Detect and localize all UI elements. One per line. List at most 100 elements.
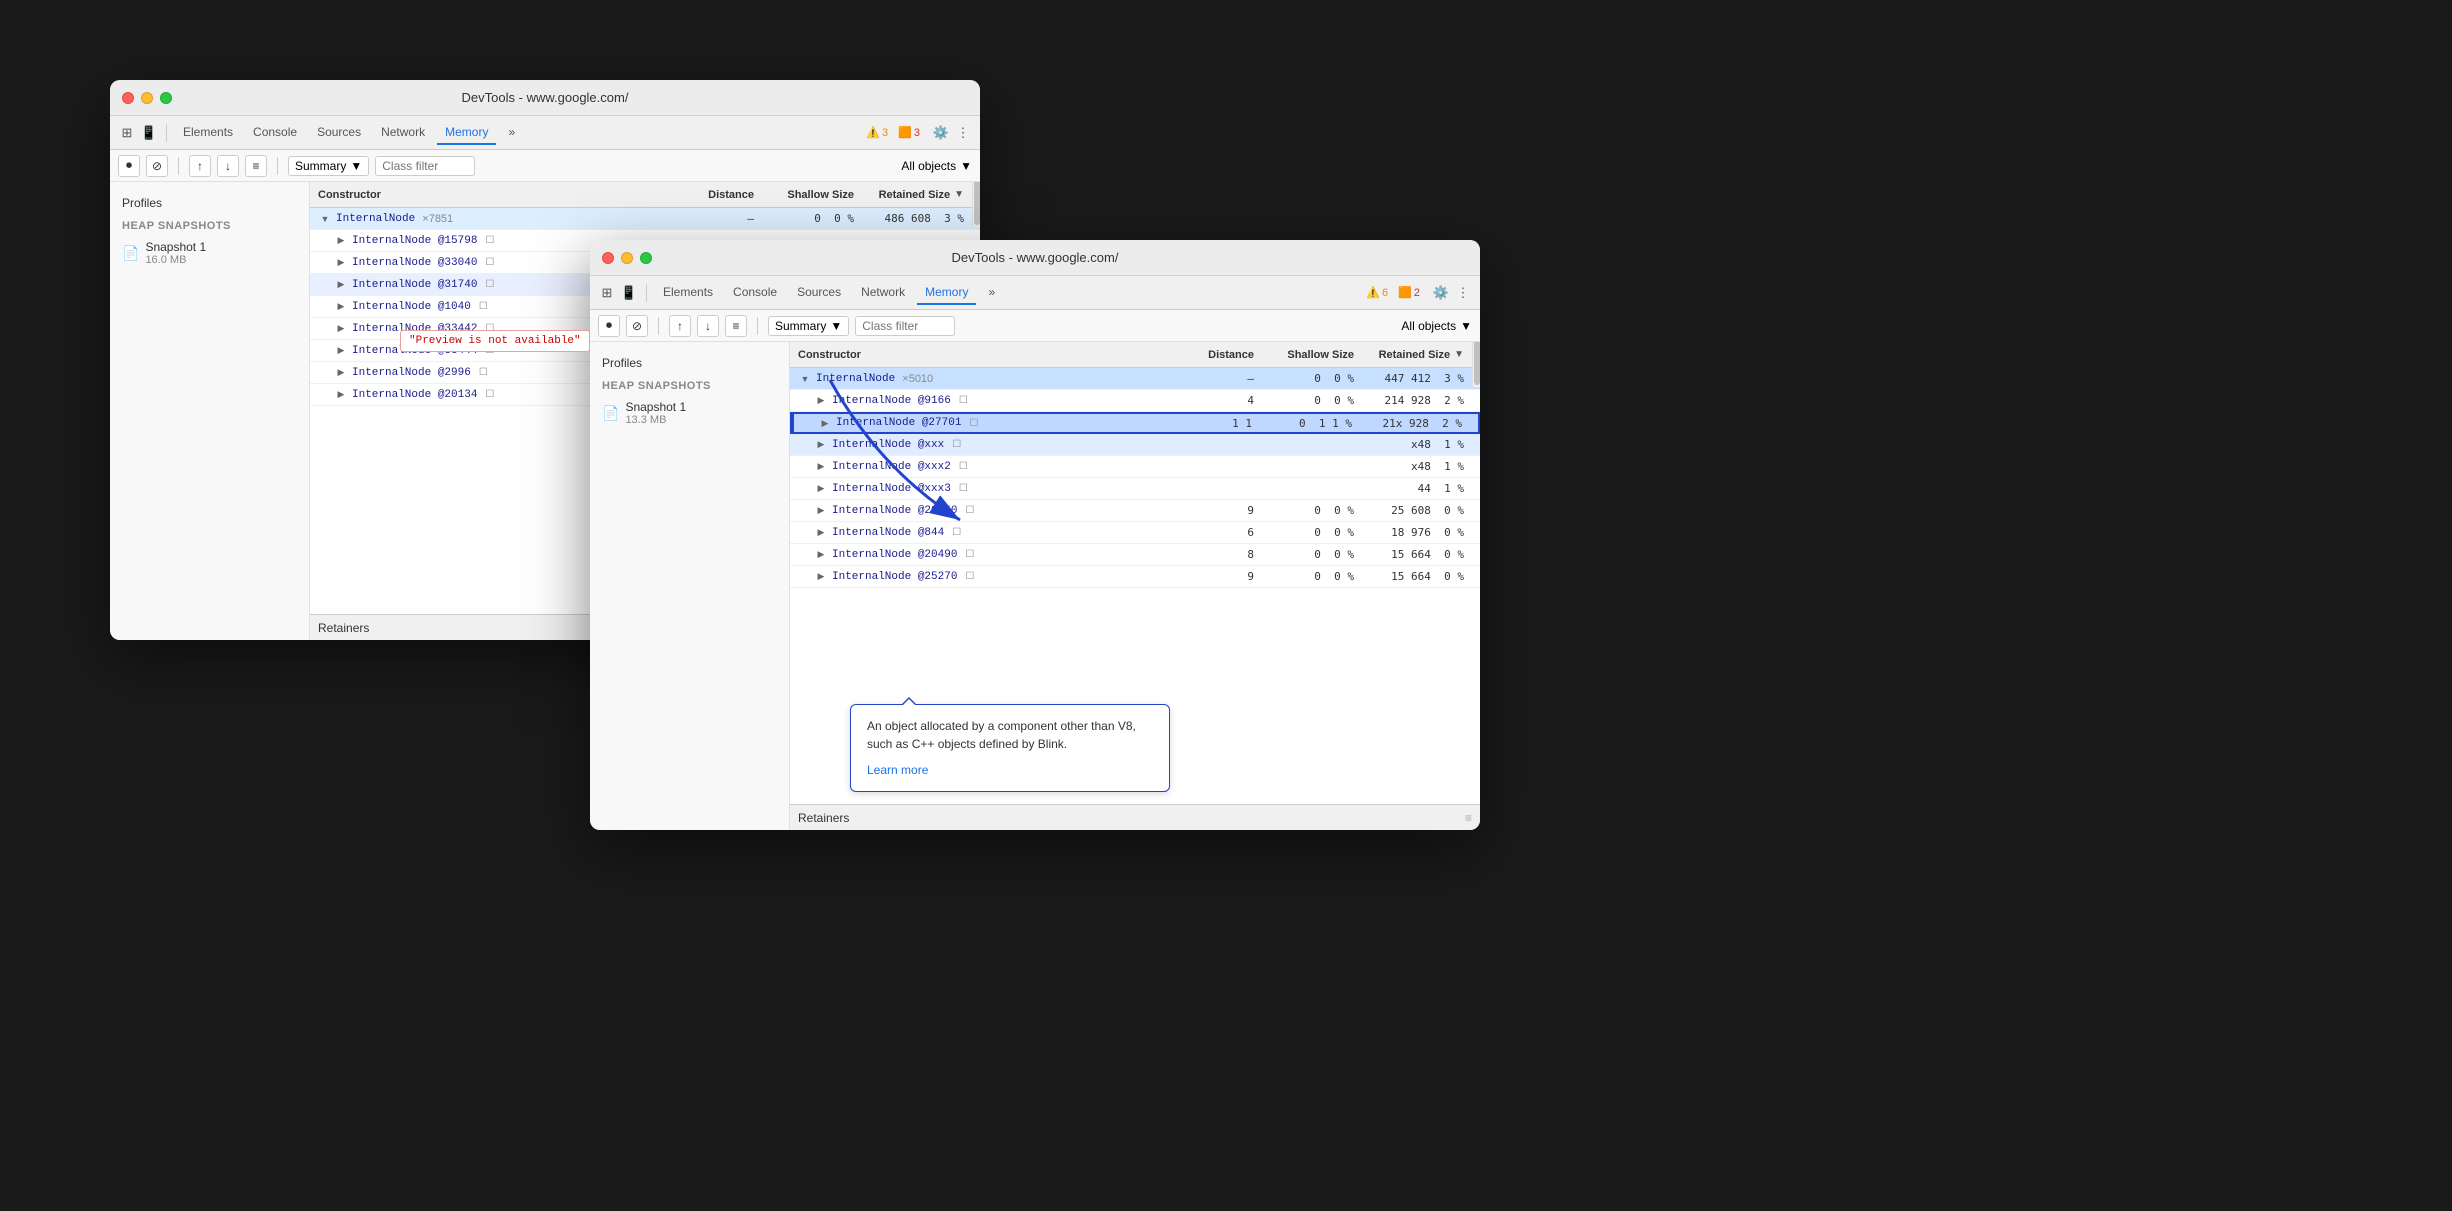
snapshot-size-front: 13.3 MB [625,414,686,426]
table-row-front-c4[interactable]: ▶ InternalNode @xxx2 ☐ x48 1 % [790,456,1480,478]
tab-console-front[interactable]: Console [725,281,785,305]
tab-memory-back[interactable]: Memory [437,121,496,145]
more-icon-front[interactable]: ⋮ [1454,284,1472,302]
learn-more-link[interactable]: Learn more [867,763,928,777]
sidebar-back: Profiles HEAP SNAPSHOTS 📄 Snapshot 1 16.… [110,182,310,640]
class-filter-front[interactable] [855,316,955,336]
inspector-icon[interactable]: ⊞ [118,124,136,142]
sidebar-snapshot-back[interactable]: 📄 Snapshot 1 16.0 MB [110,236,309,270]
close-button[interactable] [122,92,134,104]
all-objects-label-front: All objects [1401,319,1456,333]
sep-mem [178,157,179,175]
table-row-front-c1[interactable]: ▶ InternalNode @9166 ☐ 4 0 0 % 214 928 2… [790,390,1480,412]
expand-icon-child1-back[interactable]: ▶ [334,234,348,248]
record-button-front[interactable]: ⏺ [598,315,620,337]
tab-network-front[interactable]: Network [853,281,913,305]
snapshot-info-back: Snapshot 1 16.0 MB [145,240,206,266]
scrollbar-thumb-back [974,182,980,225]
sort-arrow-back: ▼ [954,189,964,200]
scrollbar-front[interactable] [1472,342,1480,387]
header-distance-back: Distance [682,189,762,201]
settings-icon-front[interactable]: ⚙️ [1432,284,1450,302]
inspector-icon-front[interactable]: ⊞ [598,284,616,302]
table-row-parent-front[interactable]: ▼ InternalNode ×5010 – 0 0 % 447 412 3 % [790,368,1480,390]
traffic-lights-front [602,252,652,264]
retainers-label-back: Retainers [318,621,369,635]
summary-icon-back[interactable]: ≡ [245,155,267,177]
clear-button-front[interactable]: ⊘ [626,315,648,337]
summary-dropdown-back[interactable]: Summary ▼ [288,156,369,176]
download-button-back[interactable]: ↓ [217,155,239,177]
download-button-front[interactable]: ↓ [697,315,719,337]
tab-sources-front[interactable]: Sources [789,281,849,305]
upload-button-front[interactable]: ↑ [669,315,691,337]
header-distance-front: Distance [1182,349,1262,361]
devtools-tabbar-back: ⊞ 📱 Elements Console Sources Network Mem… [110,116,980,150]
header-constructor-back: Constructor [310,189,682,201]
snapshot-icon-back: 📄 [122,245,139,262]
table-row-front-c9[interactable]: ▶ InternalNode @25270 ☐ 9 0 0 % 15 664 0… [790,566,1480,588]
title-bar-front: DevTools - www.google.com/ [590,240,1480,276]
tab-network-back[interactable]: Network [373,121,433,145]
row-count-back: ×7851 [419,213,453,225]
expand-icon-parent-front[interactable]: ▼ [798,372,812,386]
table-container-front: Constructor Distance Shallow Size Retain… [790,342,1480,830]
summary-dropdown-front[interactable]: Summary ▼ [768,316,849,336]
table-row-front-c7[interactable]: ▶ InternalNode @844 ☐ 6 0 0 % 18 976 0 % [790,522,1480,544]
dropdown-arrow-front: ▼ [830,319,842,333]
table-header-front: Constructor Distance Shallow Size Retain… [790,342,1480,368]
minimize-button[interactable] [141,92,153,104]
table-row-front-c3[interactable]: ▶ InternalNode @xxx ☐ x48 1 % [790,434,1480,456]
snapshot-name-back: Snapshot 1 [145,240,206,254]
err-badge-front: 🟧 2 [1398,286,1420,299]
clear-button-back[interactable]: ⊘ [146,155,168,177]
sidebar-heap-header-front: HEAP SNAPSHOTS [590,376,789,396]
warn-badge-back: ⚠️ 3 [866,126,888,139]
tab-sources-back[interactable]: Sources [309,121,369,145]
retainers-bar-front: Retainers ≡ [790,804,1480,830]
all-objects-arrow-back: ▼ [960,159,972,173]
tab-more-front[interactable]: » [980,281,1003,305]
snapshot-size-back: 16.0 MB [145,254,206,266]
maximize-button[interactable] [160,92,172,104]
summary-icon-front[interactable]: ≡ [725,315,747,337]
header-retained-back: Retained Size ▼ [862,189,972,201]
tab-elements-back[interactable]: Elements [175,121,241,145]
err-badge-back: 🟧 3 [898,126,920,139]
tab-console-back[interactable]: Console [245,121,305,145]
settings-icon-back[interactable]: ⚙️ [932,124,950,142]
close-button-front[interactable] [602,252,614,264]
device-icon-front[interactable]: 📱 [620,284,638,302]
row-distance-back: – [682,212,762,225]
sep-front [646,284,647,302]
table-row-parent-back[interactable]: ▼ InternalNode ×7851 – 0 0 % 486 608 3 % [310,208,980,230]
tab-memory-front[interactable]: Memory [917,281,976,305]
table-row-front-c2[interactable]: ▶ InternalNode @27701 ☐ 1 1 0 1 1 % 21x … [790,412,1480,434]
tooltip-box: An object allocated by a component other… [850,704,1170,792]
table-row-front-c8[interactable]: ▶ InternalNode @20490 ☐ 8 0 0 % 15 664 0… [790,544,1480,566]
more-icon-back[interactable]: ⋮ [954,124,972,142]
sidebar-snapshot-front[interactable]: 📄 Snapshot 1 13.3 MB [590,396,789,430]
table-row-front-c6[interactable]: ▶ InternalNode @20850 ☐ 9 0 0 % 25 608 0… [790,500,1480,522]
class-filter-back[interactable] [375,156,475,176]
table-row-front-c5[interactable]: ▶ InternalNode @xxx3 ☐ 44 1 % [790,478,1480,500]
memory-toolbar-back: ⏺ ⊘ ↑ ↓ ≡ Summary ▼ All objects ▼ [110,150,980,182]
row-retained-back: 486 608 3 % [862,212,972,225]
record-button-back[interactable]: ⏺ [118,155,140,177]
all-objects-dropdown-front[interactable]: All objects ▼ [1401,319,1472,333]
maximize-button-front[interactable] [640,252,652,264]
tab-elements-front[interactable]: Elements [655,281,721,305]
warn-badge-front: ⚠️ 6 [1366,286,1388,299]
minimize-button-front[interactable] [621,252,633,264]
upload-button-back[interactable]: ↑ [189,155,211,177]
expand-icon-back[interactable]: ▼ [318,212,332,226]
tab-more-back[interactable]: » [500,121,523,145]
scrollbar-back[interactable] [972,182,980,227]
preview-not-available-label: "Preview is not available" [400,330,590,352]
snapshot-icon-front: 📄 [602,405,619,422]
dropdown-arrow-back: ▼ [350,159,362,173]
retainers-label-front: Retainers [798,811,849,825]
device-icon[interactable]: 📱 [140,124,158,142]
snapshot-name-front: Snapshot 1 [625,400,686,414]
all-objects-dropdown-back[interactable]: All objects ▼ [901,159,972,173]
